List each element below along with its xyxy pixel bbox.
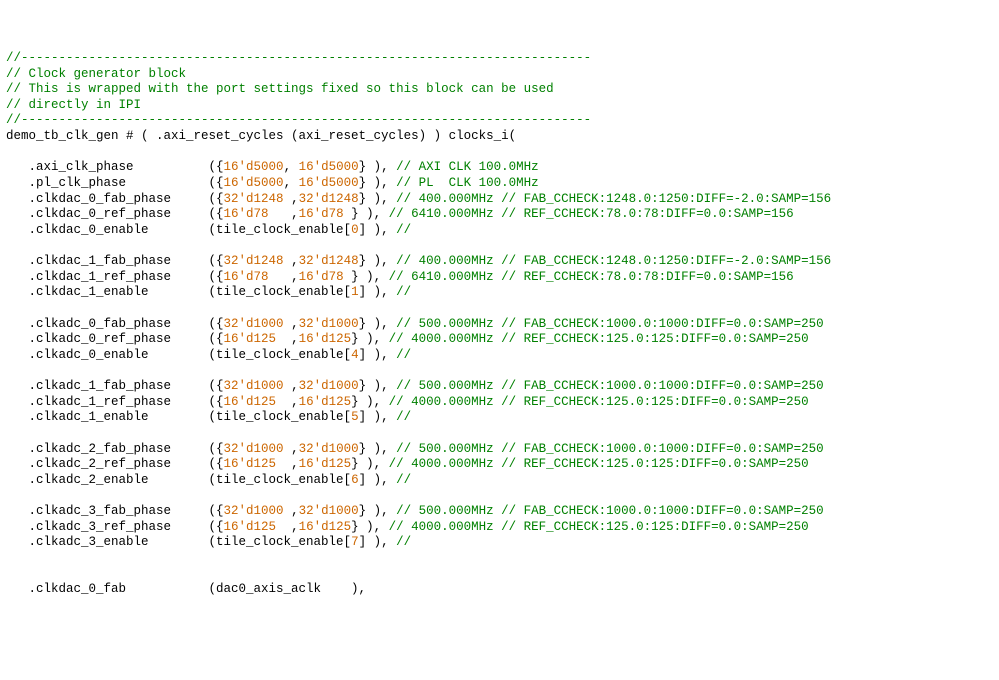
code-block: //--------------------------------------… — [6, 51, 993, 598]
